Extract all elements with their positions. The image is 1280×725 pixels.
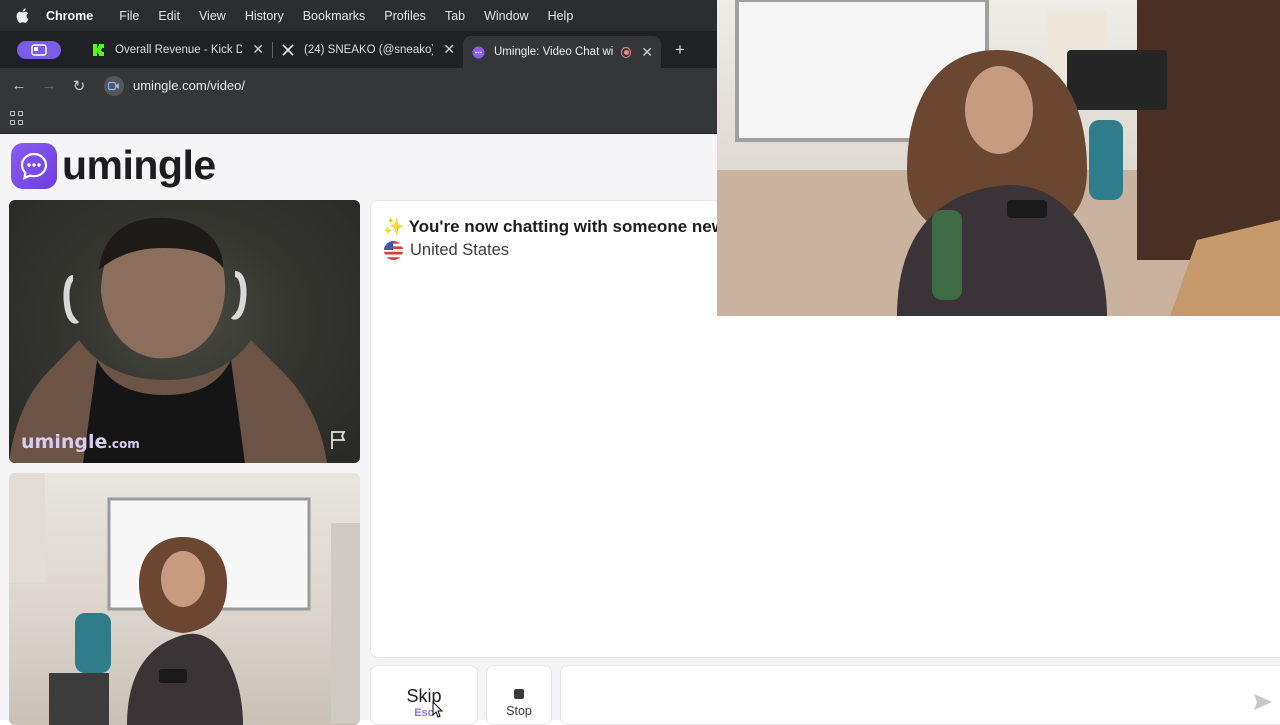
message-input[interactable] xyxy=(560,665,1280,725)
watermark-text: umingle xyxy=(21,431,108,453)
menu-file[interactable]: File xyxy=(119,9,139,23)
tab-group-icon xyxy=(31,43,47,56)
tab-title: (24) SNEAKO (@sneako) / X xyxy=(304,43,434,56)
local-video xyxy=(9,473,360,725)
bookmarks-bar xyxy=(0,103,717,134)
site-logo[interactable]: umingle xyxy=(11,142,216,189)
skip-shortcut-hint: Esc xyxy=(414,707,434,719)
tab-sneako-x[interactable]: (24) SNEAKO (@sneako) / X ✕ xyxy=(273,34,463,66)
browser-toolbar: ← → ↻ umingle.com/video/ xyxy=(0,68,717,103)
close-tab-icon[interactable]: ✕ xyxy=(443,41,455,58)
site-info-icon[interactable] xyxy=(104,75,124,96)
chat-bubble-icon xyxy=(11,142,57,189)
tab-group-button[interactable] xyxy=(17,40,61,59)
umingle-watermark: umingle.com xyxy=(21,431,140,453)
report-flag-icon[interactable] xyxy=(329,430,349,450)
back-arrow-icon[interactable]: ← xyxy=(4,77,34,94)
local-person-silhouette xyxy=(9,473,360,725)
skip-label: Skip xyxy=(406,686,442,706)
menu-history[interactable]: History xyxy=(245,9,284,23)
us-flag-icon xyxy=(384,241,403,260)
new-tab-icon[interactable]: + xyxy=(675,40,685,60)
menu-profiles[interactable]: Profiles xyxy=(384,9,426,23)
menu-tab[interactable]: Tab xyxy=(445,9,465,23)
tab-title: Umingle: Video Chat with xyxy=(494,46,613,58)
menu-app-name[interactable]: Chrome xyxy=(46,9,93,23)
menu-view[interactable]: View xyxy=(199,9,226,23)
close-tab-icon[interactable]: ✕ xyxy=(641,44,653,61)
forward-arrow-icon[interactable]: → xyxy=(34,77,64,94)
tab-title: Overall Revenue - Kick Dashb xyxy=(115,43,243,56)
apple-icon[interactable] xyxy=(16,8,32,23)
mouse-cursor-icon xyxy=(432,701,444,718)
stop-label: Stop xyxy=(506,704,532,718)
webcam-scene xyxy=(717,0,1280,316)
apps-grid-icon[interactable] xyxy=(10,111,24,125)
recording-icon xyxy=(620,46,632,58)
remote-video: umingle.com xyxy=(9,200,360,463)
reload-icon[interactable]: ↻ xyxy=(64,77,94,95)
logo-wordmark: umingle xyxy=(62,142,216,188)
remote-person-silhouette xyxy=(9,200,360,463)
skip-button[interactable]: Skip Esc xyxy=(370,665,478,725)
menu-window[interactable]: Window xyxy=(484,9,528,23)
country-name: United States xyxy=(410,241,510,259)
menu-bookmarks[interactable]: Bookmarks xyxy=(303,9,366,23)
streamer-webcam-overlay xyxy=(717,0,1280,316)
kick-icon xyxy=(92,43,106,57)
tab-kick-dashboard[interactable]: Overall Revenue - Kick Dashb ✕ xyxy=(84,34,272,66)
macos-menu-bar: Chrome File Edit View History Bookmarks … xyxy=(0,0,717,31)
address-bar[interactable]: umingle.com/video/ xyxy=(104,72,714,99)
menu-edit[interactable]: Edit xyxy=(158,9,180,23)
watermark-suffix: .com xyxy=(107,437,140,451)
x-icon xyxy=(281,43,295,57)
umingle-icon xyxy=(471,45,485,59)
stranger-country: United States xyxy=(384,241,509,260)
stop-button[interactable]: Stop xyxy=(486,665,552,725)
stop-icon xyxy=(514,689,524,699)
close-tab-icon[interactable]: ✕ xyxy=(252,41,264,58)
tab-strip: Overall Revenue - Kick Dashb ✕ (24) SNEA… xyxy=(0,31,717,68)
tab-umingle[interactable]: Umingle: Video Chat with ✕ xyxy=(463,36,661,68)
url-text: umingle.com/video/ xyxy=(133,78,245,93)
menu-help[interactable]: Help xyxy=(548,9,574,23)
chat-status-message: ✨ You're now chatting with someone new xyxy=(383,217,725,236)
send-icon[interactable] xyxy=(1253,693,1273,711)
